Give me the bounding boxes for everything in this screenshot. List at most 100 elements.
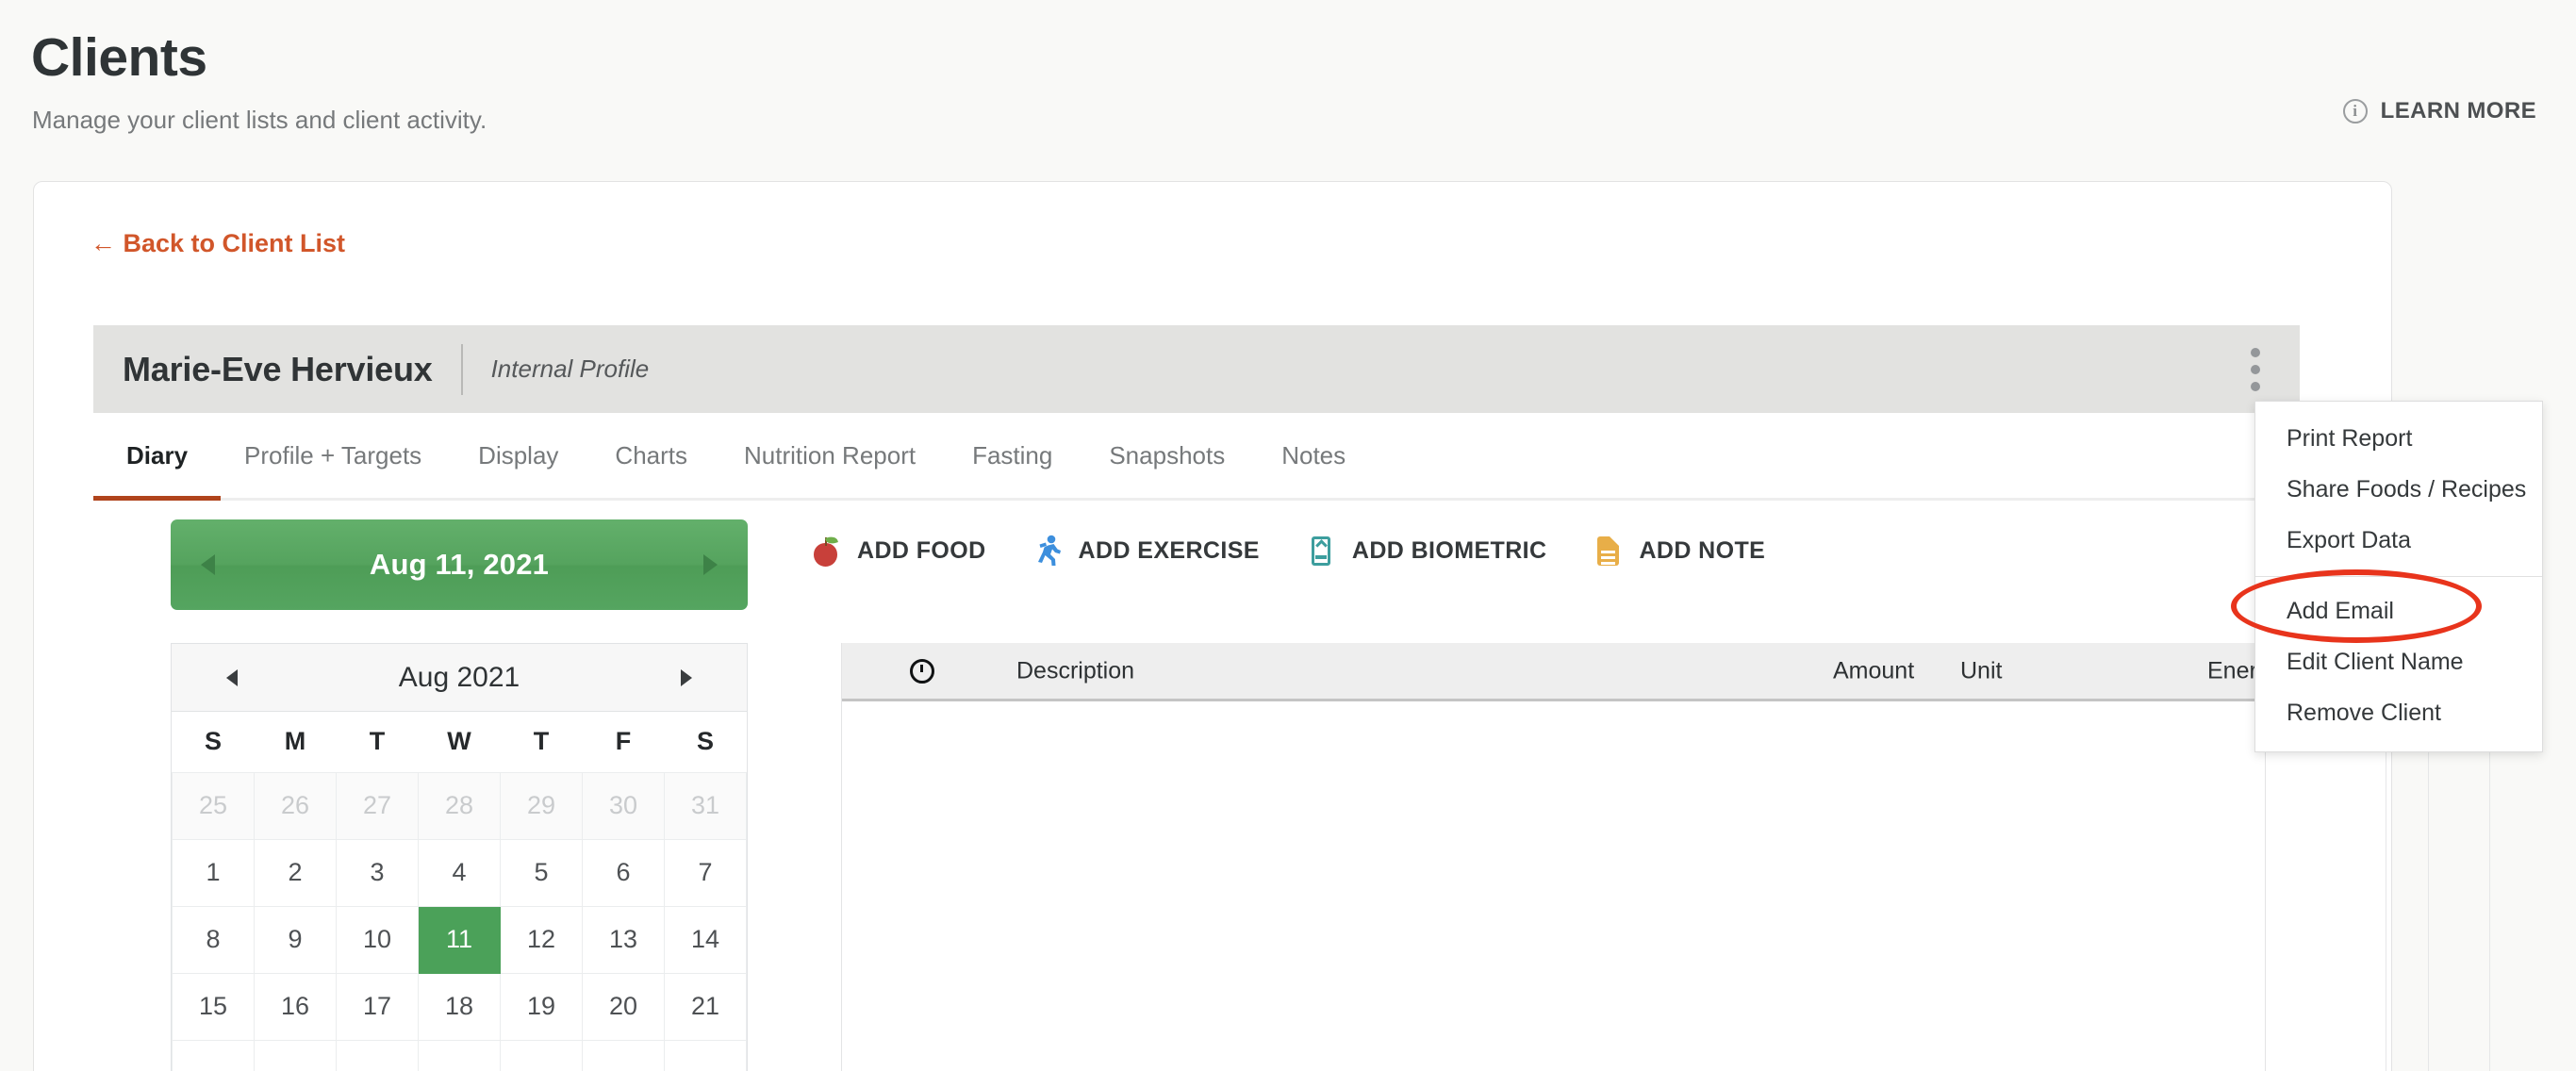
- next-day-icon[interactable]: [703, 554, 718, 575]
- calendar-grid: S M T W T F S 25 26 27 28 29 30 31 1 2 3 4 5 6 7 8 9 10 1…: [172, 712, 747, 1071]
- calendar-day-cell[interactable]: 10: [336, 905, 419, 974]
- calendar-day-cell[interactable]: 15: [172, 972, 255, 1041]
- diary-panel: Aug 11, 2021 ADD FOOD ADD EXERCISE ADD B…: [93, 503, 2490, 1071]
- weekday-label: T: [500, 712, 583, 772]
- calendar-day-cell[interactable]: 29: [500, 771, 583, 840]
- calendar-day-cell[interactable]: 13: [582, 905, 665, 974]
- current-date-label: Aug 11, 2021: [369, 548, 550, 581]
- page-title: Clients: [31, 27, 207, 88]
- calendar-day-cell[interactable]: 6: [582, 838, 665, 907]
- calendar-day-cell[interactable]: 17: [336, 972, 419, 1041]
- tab-snapshots[interactable]: Snapshots: [1109, 414, 1225, 498]
- date-navigation-bar[interactable]: Aug 11, 2021: [171, 519, 748, 610]
- tab-profile-targets[interactable]: Profile + Targets: [244, 414, 421, 498]
- add-exercise-label: ADD EXERCISE: [1078, 536, 1260, 564]
- calendar-day-cell[interactable]: 14: [664, 905, 747, 974]
- client-header-bar: Marie-Eve Hervieux Internal Profile: [93, 325, 2300, 413]
- calendar-week-row: 8 9 10 11 12 13 14: [172, 905, 747, 974]
- tab-charts[interactable]: Charts: [615, 414, 687, 498]
- calendar-week-row: 15 16 17 18 19 20 21: [172, 972, 747, 1041]
- menu-item-share-foods-recipes[interactable]: Share Foods / Recipes: [2255, 464, 2542, 515]
- date-picker-calendar: Aug 2021 S M T W T F S 25 26 27 28 29 30…: [171, 643, 748, 1071]
- divider: [460, 343, 463, 395]
- diary-entries-table: Description Amount Unit Energy (kcal): [841, 643, 2490, 1071]
- add-food-button[interactable]: ADD FOOD: [810, 534, 986, 568]
- calendar-day-cell[interactable]: 8: [172, 905, 255, 974]
- calendar-day-cell[interactable]: 7: [664, 838, 747, 907]
- calendar-month-label: Aug 2021: [398, 661, 520, 693]
- calendar-week-row: [172, 1039, 747, 1071]
- calendar-day-cell[interactable]: [336, 1039, 419, 1071]
- menu-item-edit-client-name[interactable]: Edit Client Name: [2255, 636, 2542, 687]
- previous-day-icon[interactable]: [201, 554, 215, 575]
- weekday-label: S: [664, 712, 747, 772]
- biometric-device-icon: [1305, 534, 1337, 568]
- learn-more-label: LEARN MORE: [2380, 98, 2536, 124]
- menu-item-add-email[interactable]: Add Email: [2255, 585, 2542, 636]
- tab-diary[interactable]: Diary: [92, 414, 222, 501]
- diary-table-body: [842, 704, 2490, 1071]
- add-biometric-button[interactable]: ADD BIOMETRIC: [1305, 534, 1547, 568]
- tab-notes[interactable]: Notes: [1281, 414, 1346, 498]
- calendar-day-cell[interactable]: 28: [418, 771, 501, 840]
- info-circle-icon: i: [2342, 99, 2368, 124]
- calendar-day-cell[interactable]: 3: [336, 838, 419, 907]
- menu-item-print-report[interactable]: Print Report: [2255, 413, 2542, 464]
- diary-action-buttons: ADD FOOD ADD EXERCISE ADD BIOMETRIC ADD …: [810, 534, 1765, 568]
- calendar-day-cell[interactable]: 11: [418, 905, 501, 974]
- calendar-day-cell[interactable]: 4: [418, 838, 501, 907]
- previous-month-icon[interactable]: [226, 668, 238, 686]
- calendar-day-cell[interactable]: 16: [254, 972, 337, 1041]
- client-tabs: Diary Profile + Targets Display Charts N…: [92, 414, 2300, 501]
- column-header-unit: Unit: [1960, 657, 2003, 684]
- add-biometric-label: ADD BIOMETRIC: [1351, 536, 1547, 564]
- add-note-button[interactable]: ADD NOTE: [1592, 534, 1765, 568]
- next-month-icon[interactable]: [681, 668, 692, 686]
- calendar-day-cell[interactable]: 9: [254, 905, 337, 974]
- calendar-day-cell[interactable]: [418, 1039, 501, 1071]
- calendar-day-cell[interactable]: [254, 1039, 337, 1071]
- client-actions-menu: Print Report Share Foods / Recipes Expor…: [2254, 401, 2543, 752]
- add-food-label: ADD FOOD: [857, 536, 986, 564]
- calendar-body: 25 26 27 28 29 30 31 1 2 3 4 5 6 7 8 9 10 11 12 13 14 15 16 17 1…: [172, 771, 747, 1071]
- tab-fasting[interactable]: Fasting: [972, 414, 1052, 498]
- client-name: Marie-Eve Hervieux: [123, 349, 433, 388]
- calendar-day-cell[interactable]: 25: [172, 771, 255, 840]
- clock-icon: [910, 658, 934, 684]
- tab-nutrition-report[interactable]: Nutrition Report: [744, 414, 916, 498]
- calendar-day-cell[interactable]: 18: [418, 972, 501, 1041]
- vertical-dots-icon[interactable]: [2241, 343, 2270, 396]
- calendar-day-cell[interactable]: 19: [500, 972, 583, 1041]
- client-detail-card: ← Back to Client List Marie-Eve Hervieux…: [33, 181, 2490, 1071]
- page-root: Clients Manage your client lists and cli…: [0, 0, 2576, 1071]
- back-to-client-list-link[interactable]: ← Back to Client List: [91, 229, 345, 258]
- note-document-icon: [1592, 534, 1624, 568]
- weekday-label: S: [172, 712, 255, 772]
- calendar-day-cell[interactable]: [664, 1039, 747, 1071]
- menu-item-remove-client[interactable]: Remove Client: [2255, 687, 2542, 738]
- calendar-day-cell[interactable]: [582, 1039, 665, 1071]
- column-header-amount: Amount: [1833, 657, 1915, 684]
- calendar-day-cell[interactable]: 27: [336, 771, 419, 840]
- calendar-day-cell[interactable]: 31: [664, 771, 747, 840]
- calendar-day-cell[interactable]: [172, 1039, 255, 1071]
- diary-table-header: Description Amount Unit Energy (kcal): [842, 643, 2346, 701]
- weekday-label: F: [582, 712, 665, 772]
- calendar-day-cell[interactable]: 12: [500, 905, 583, 974]
- calendar-day-cell[interactable]: 2: [254, 838, 337, 907]
- menu-item-export-data[interactable]: Export Data: [2255, 515, 2542, 566]
- add-exercise-button[interactable]: ADD EXERCISE: [1032, 534, 1260, 568]
- calendar-day-cell[interactable]: 1: [172, 838, 255, 907]
- calendar-day-cell[interactable]: 21: [664, 972, 747, 1041]
- calendar-day-cell[interactable]: 30: [582, 771, 665, 840]
- tab-display[interactable]: Display: [478, 414, 558, 498]
- calendar-day-cell[interactable]: [500, 1039, 583, 1071]
- client-profile-type: Internal Profile: [490, 354, 650, 383]
- menu-divider: [2255, 576, 2542, 577]
- calendar-day-cell[interactable]: 20: [582, 972, 665, 1041]
- learn-more-link[interactable]: i LEARN MORE: [2342, 98, 2536, 124]
- weekday-label: T: [336, 712, 419, 772]
- weekday-label: M: [254, 712, 337, 772]
- calendar-day-cell[interactable]: 26: [254, 771, 337, 840]
- calendar-day-cell[interactable]: 5: [500, 838, 583, 907]
